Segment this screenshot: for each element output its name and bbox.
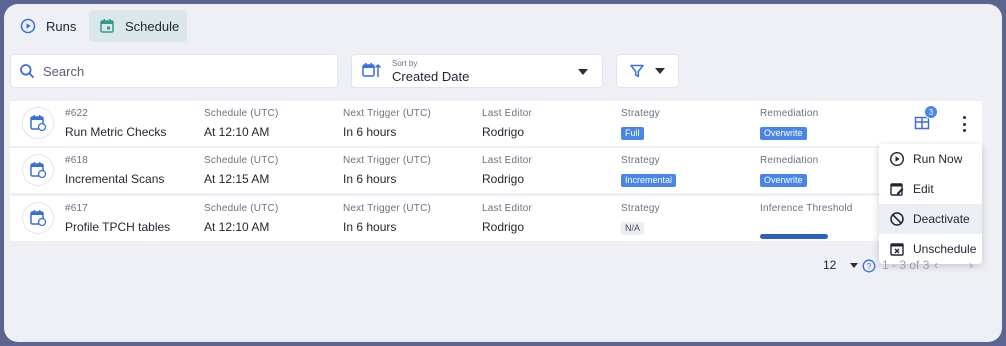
schedule-time: At 12:10 AM — [204, 220, 270, 234]
tab-schedule[interactable]: Schedule — [89, 10, 187, 42]
last-editor-header: Last Editor — [482, 155, 533, 166]
schedule-icon — [22, 107, 54, 139]
schedule-name: Incremental Scans — [65, 172, 165, 186]
calendar-remove-icon — [890, 243, 904, 256]
help-icon[interactable]: ? — [862, 259, 876, 276]
inference-threshold-bar — [760, 234, 828, 239]
tab-schedule-label: Schedule — [125, 18, 180, 34]
menu-item-label: Deactivate — [913, 212, 970, 226]
table-row[interactable]: #617 Profile TPCH tables Schedule (UTC) At… — [10, 196, 982, 241]
schedule-icon — [22, 154, 54, 186]
run-id: #617 — [65, 203, 89, 214]
tab-runs-label: Runs — [46, 18, 77, 34]
next-trigger: In 6 hours — [343, 172, 397, 186]
prev-page-button[interactable]: ‹ — [934, 258, 938, 272]
run-id: #618 — [65, 155, 89, 166]
schedule-name: Run Metric Checks — [65, 125, 167, 139]
row-actions-menu: Run Now Edit Deactivate Unschedule — [879, 144, 982, 264]
strategy-header: Strategy — [621, 203, 660, 214]
chevron-down-icon — [578, 69, 588, 75]
last-editor: Rodrigo — [482, 125, 525, 139]
chevron-down-icon — [655, 68, 665, 74]
run-id: #622 — [65, 108, 89, 119]
calendar-icon — [100, 19, 114, 33]
schedule-panel: Runs Schedule Sort by Created Date #622 R… — [4, 4, 1002, 342]
search-input[interactable] — [43, 63, 323, 79]
table-row[interactable]: #618 Incremental Scans Schedule (UTC) At 1… — [10, 148, 982, 193]
schedule-header: Schedule (UTC) — [204, 108, 279, 119]
sort-caption: Sort by — [392, 58, 418, 68]
strategy-badge: Incremental — [621, 174, 677, 187]
sort-value: Created Date — [392, 68, 470, 84]
strategy-badge: Full — [621, 127, 644, 140]
next-trigger: In 6 hours — [343, 125, 397, 139]
schedule-time: At 12:10 AM — [204, 125, 270, 139]
tab-runs[interactable]: Runs — [10, 10, 86, 42]
svg-text:?: ? — [867, 262, 872, 271]
edit-calendar-icon — [890, 183, 904, 196]
calendar-sort-icon — [362, 63, 382, 77]
count-badge: 3 — [924, 105, 938, 119]
schedule-header: Schedule (UTC) — [204, 155, 279, 166]
menu-item-run-now[interactable]: Run Now — [879, 144, 982, 174]
menu-item-label: Run Now — [913, 152, 963, 166]
pagination-range: 1 - 3 of 3 — [882, 258, 930, 272]
strategy-header: Strategy — [621, 108, 660, 119]
filter-icon — [630, 64, 644, 78]
next-trigger-header: Next Trigger (UTC) — [343, 203, 432, 214]
schedule-name: Profile TPCH tables — [65, 220, 171, 234]
remediation-badge: Overwrite — [760, 174, 807, 187]
schedule-time: At 12:15 AM — [204, 172, 270, 186]
last-editor: Rodrigo — [482, 220, 525, 234]
last-editor-header: Last Editor — [482, 203, 533, 214]
menu-item-label: Unschedule — [913, 242, 977, 256]
play-circle-icon — [20, 18, 36, 34]
last-editor: Rodrigo — [482, 172, 525, 186]
last-editor-header: Last Editor — [482, 108, 533, 119]
remediation-header: Remediation — [760, 155, 819, 166]
strategy-header: Strategy — [621, 155, 660, 166]
more-options-button[interactable] — [960, 116, 968, 132]
block-icon — [890, 212, 904, 226]
menu-item-deactivate[interactable]: Deactivate — [879, 204, 982, 234]
schedule-icon — [22, 202, 54, 234]
play-circle-icon — [889, 151, 905, 167]
search-box[interactable] — [10, 54, 338, 88]
strategy-badge: N/A — [621, 222, 645, 235]
page-size-select[interactable]: 12 — [823, 258, 858, 272]
schedule-header: Schedule (UTC) — [204, 203, 279, 214]
remediation-header: Remediation — [760, 108, 819, 119]
menu-item-edit[interactable]: Edit — [879, 174, 982, 204]
inference-threshold-header: Inference Threshold — [760, 203, 853, 214]
filter-button[interactable] — [616, 54, 679, 88]
next-trigger-header: Next Trigger (UTC) — [343, 155, 432, 166]
next-page-button[interactable]: › — [969, 258, 973, 272]
remediation-badge: Overwrite — [760, 127, 807, 140]
next-trigger-header: Next Trigger (UTC) — [343, 108, 432, 119]
menu-item-label: Edit — [913, 182, 934, 196]
next-trigger: In 6 hours — [343, 220, 397, 234]
chevron-down-icon — [849, 263, 858, 269]
sort-select[interactable]: Sort by Created Date — [351, 54, 603, 88]
page-size-value: 12 — [823, 258, 837, 272]
table-row[interactable]: #622 Run Metric Checks Schedule (UTC) At 1… — [10, 101, 982, 146]
search-icon — [20, 64, 34, 78]
